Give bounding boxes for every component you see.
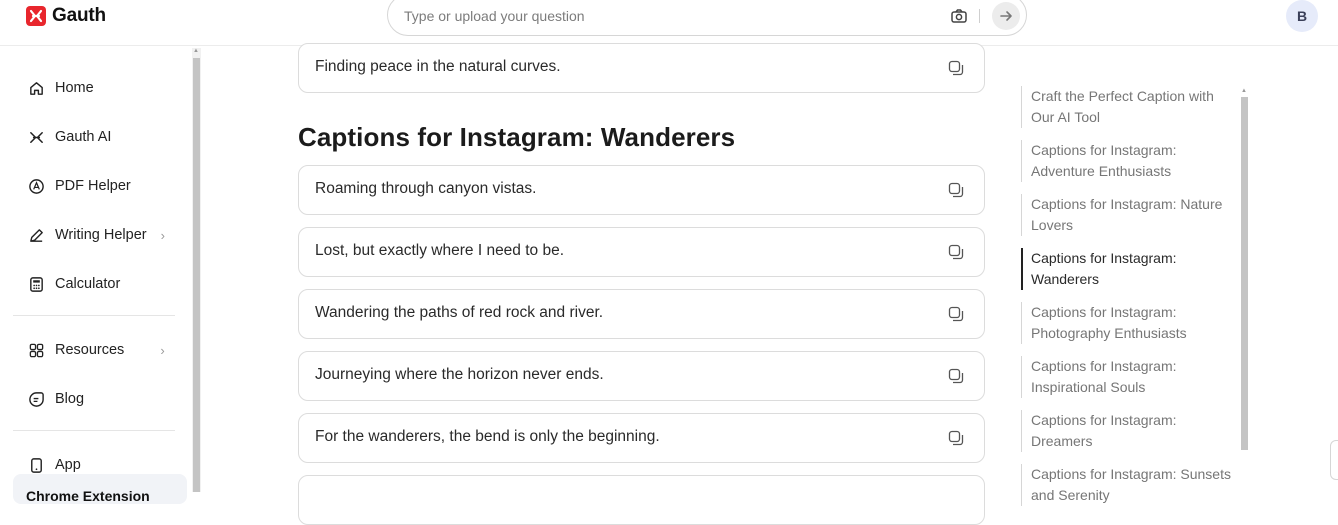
phone-icon [31, 457, 42, 473]
search-bar [387, 0, 1027, 36]
toc-item[interactable]: Captions for Instagram: Nature Lovers [1021, 194, 1236, 236]
toc-item[interactable]: Craft the Perfect Caption with Our AI To… [1021, 86, 1236, 128]
gauth-logo[interactable]: Gauth [26, 5, 106, 26]
caption-card [298, 475, 985, 525]
pdf-icon [29, 178, 44, 194]
caption-card: Lost, but exactly where I need to be. [298, 227, 985, 277]
calculator-icon [30, 276, 43, 292]
toc-item[interactable]: Captions for Instagram: Dreamers [1021, 410, 1236, 452]
grid-icon [29, 343, 44, 357]
user-avatar[interactable]: B [1286, 0, 1318, 32]
sidebar-item-label: Home [55, 80, 94, 96]
toc-item-active[interactable]: Captions for Instagram: Wanderers [1021, 248, 1236, 290]
toc-item[interactable]: Captions for Instagram: Sunsets and Sere… [1021, 464, 1236, 506]
sidebar-item-blog[interactable]: Blog [28, 388, 84, 410]
sidebar-item-resources[interactable]: Resources › [28, 339, 168, 361]
sidebar-divider [13, 315, 175, 316]
sidebar-item-app[interactable]: App [28, 454, 81, 476]
sidebar-item-label: Blog [55, 391, 85, 407]
sidebar-item-home[interactable]: Home [28, 77, 94, 99]
brand-name: Gauth [52, 5, 106, 26]
copy-icon[interactable] [948, 368, 964, 384]
sidebar-item-gauth-ai[interactable]: Gauth AI [28, 126, 111, 148]
home-icon [30, 81, 43, 95]
search-divider [979, 9, 980, 23]
sidebar-item-label: PDF Helper [55, 178, 131, 194]
toc-item[interactable]: Captions for Instagram: Photography Enth… [1021, 302, 1236, 344]
scroll-up-arrow-icon[interactable]: ▲ [193, 48, 199, 54]
sidebar-item-label: Calculator [55, 276, 121, 292]
copy-icon[interactable] [948, 306, 964, 322]
caption-card: For the wanderers, the bend is only the … [298, 413, 985, 463]
side-feedback-tab[interactable] [1330, 440, 1338, 480]
caption-card: Finding peace in the natural curves. [298, 43, 985, 93]
copy-icon[interactable] [948, 430, 964, 446]
toc-scrollbar-thumb[interactable] [1241, 97, 1248, 450]
sidebar-item-label: Resources [55, 342, 125, 358]
chevron-right-icon: › [160, 227, 165, 243]
sidebar-item-pdf-helper[interactable]: PDF Helper [28, 175, 131, 197]
camera-icon[interactable] [950, 7, 968, 25]
submit-button[interactable] [992, 2, 1020, 30]
caption-card: Journeying where the horizon never ends. [298, 351, 985, 401]
blog-icon [29, 391, 44, 407]
sidebar: Home Gauth AI PDF Helper Writing Helper … [0, 46, 201, 504]
copy-icon[interactable] [948, 60, 964, 76]
sidebar-scrollbar-thumb[interactable] [193, 58, 200, 492]
chrome-extension-label: Chrome Extension [26, 488, 150, 504]
sidebar-item-calculator[interactable]: Calculator [28, 273, 120, 295]
caption-card: Roaming through canyon vistas. [298, 165, 985, 215]
sidebar-item-label: App [55, 457, 81, 473]
chevron-right-icon: › [160, 342, 165, 358]
arrow-right-icon [1000, 11, 1012, 21]
caption-card: Wandering the paths of red rock and rive… [298, 289, 985, 339]
gauth-ai-icon [30, 131, 43, 143]
top-header: Gauth B [0, 0, 1338, 46]
caption-text: Journeying where the horizon never ends. [315, 366, 604, 383]
toc-item[interactable]: Captions for Instagram: Adventure Enthus… [1021, 140, 1236, 182]
sidebar-item-label: Writing Helper [55, 227, 147, 243]
copy-icon[interactable] [948, 182, 964, 198]
caption-text: Roaming through canyon vistas. [315, 180, 537, 197]
scroll-up-arrow-icon[interactable]: ▲ [1241, 88, 1247, 94]
pen-icon [30, 228, 43, 242]
sidebar-item-writing-helper[interactable]: Writing Helper › [28, 224, 165, 246]
caption-text: Finding peace in the natural curves. [315, 58, 561, 75]
caption-text: Wandering the paths of red rock and rive… [315, 304, 604, 321]
copy-icon[interactable] [948, 244, 964, 260]
gauth-logo-icon [26, 6, 46, 26]
sidebar-divider [13, 430, 175, 431]
caption-text: For the wanderers, the bend is only the … [315, 428, 660, 445]
sidebar-item-label: Gauth AI [55, 129, 112, 145]
toc-item[interactable]: Captions for Instagram: Inspirational So… [1021, 356, 1236, 398]
search-input[interactable] [404, 5, 924, 27]
section-heading: Captions for Instagram: Wanderers [298, 122, 736, 152]
caption-text: Lost, but exactly where I need to be. [315, 242, 565, 259]
